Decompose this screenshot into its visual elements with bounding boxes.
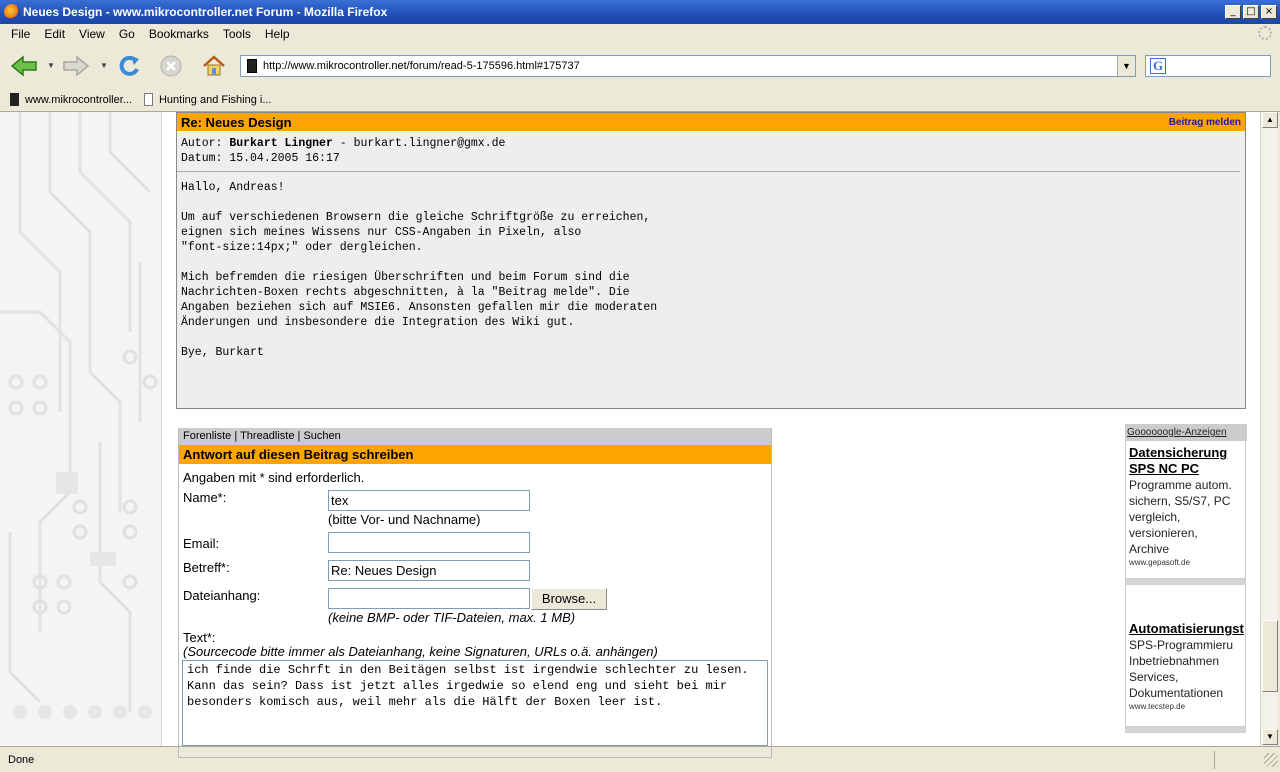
resize-grip-icon[interactable] (1264, 752, 1278, 767)
forward-arrow-icon[interactable] (62, 54, 90, 78)
status-text: Done (8, 753, 35, 766)
post-meta: Autor: Burkart Lingner - burkart.lingner… (177, 131, 1240, 172)
report-post-link[interactable]: Beitrag melden (1169, 117, 1241, 128)
browse-button[interactable]: Browse... (531, 588, 607, 610)
reload-icon[interactable] (115, 52, 143, 80)
post-subject: Re: Neues Design (181, 114, 292, 130)
reply-form-title: Antwort auf diesen Beitrag schreiben (179, 445, 771, 464)
required-note: Angaben mit * sind erforderlich. (183, 470, 365, 485)
name-input[interactable] (328, 490, 530, 511)
attachment-hint: (keine BMP- oder TIF-Dateien, max. 1 MB) (328, 610, 576, 625)
ads-header[interactable]: Goooooogle-Anzeigen (1125, 424, 1247, 441)
menu-bar: File Edit View Go Bookmarks Tools Help (0, 24, 1280, 44)
ad-title[interactable]: Datensicherung SPS NC PC (1129, 445, 1242, 477)
menu-file[interactable]: File (4, 27, 37, 41)
message-textarea[interactable]: ich finde die Schrft in den Beitägen sel… (182, 660, 768, 746)
forum-post: Re: Neues Design Beitrag melden Autor: B… (176, 112, 1246, 409)
breadcrumb-links[interactable]: Forenliste | Threadliste | Suchen (179, 428, 771, 445)
menu-help[interactable]: Help (258, 27, 297, 41)
firefox-window: Neues Design - www.mikrocontroller.net F… (0, 0, 1280, 772)
attachment-input[interactable] (328, 588, 530, 609)
bookmark-label: www.mikrocontroller... (25, 93, 132, 106)
close-button[interactable]: × (1261, 5, 1277, 19)
menu-bookmarks[interactable]: Bookmarks (142, 27, 216, 41)
vertical-scrollbar[interactable]: ▲ ▼ (1260, 112, 1278, 746)
title-bar: Neues Design - www.mikrocontroller.net F… (0, 0, 1280, 24)
back-dropdown-icon[interactable]: ▼ (47, 61, 55, 70)
back-arrow-icon[interactable] (10, 54, 38, 78)
email-label: Email: (183, 536, 220, 551)
maximize-button[interactable]: □ (1243, 5, 1259, 19)
window-title: Neues Design - www.mikrocontroller.net F… (23, 5, 388, 19)
window-controls: _ □ × (1225, 5, 1277, 19)
menu-go[interactable]: Go (112, 27, 142, 41)
url-dropdown-icon[interactable]: ▼ (1117, 56, 1135, 76)
ads-column: Goooooogle-Anzeigen Datensicherung SPS N… (1125, 424, 1247, 746)
ad-title[interactable]: Automatisierungst (1129, 621, 1244, 637)
scroll-down-arrow-icon[interactable]: ▼ (1262, 729, 1278, 745)
ad-item[interactable]: Automatisierungst SPS-Programmieru Inbet… (1125, 585, 1246, 727)
post-date-line: Datum: 15.04.2005 16:17 (181, 151, 1236, 166)
firefox-icon (4, 4, 20, 20)
stop-icon[interactable] (158, 53, 184, 79)
google-search-icon[interactable]: G (1150, 58, 1166, 74)
minimize-button[interactable]: _ (1225, 5, 1241, 19)
status-bar: Done (0, 746, 1280, 772)
page-icon (143, 93, 153, 106)
forward-dropdown-icon[interactable]: ▼ (100, 61, 108, 70)
date-label: Datum: (181, 152, 223, 165)
navigation-toolbar: ▼ ▼ ▼ G (0, 44, 1280, 88)
email-input[interactable] (328, 532, 530, 553)
name-label: Name*: (183, 490, 227, 505)
menu-tools[interactable]: Tools (216, 27, 258, 41)
throbber-icon (1258, 26, 1272, 40)
ad-separator (1125, 727, 1246, 733)
search-box[interactable]: G (1145, 55, 1271, 77)
menu-view[interactable]: View (72, 27, 112, 41)
bookmark-favicon-icon (10, 93, 19, 106)
ad-url[interactable]: www.tecstep.de (1129, 702, 1242, 711)
post-body: Hallo, Andreas! Um auf verschiedenen Bro… (181, 181, 658, 359)
author-name: Burkart Lingner (229, 137, 333, 150)
ad-text: SPS-Programmieru Inbetriebnahmen Service… (1129, 638, 1234, 700)
ad-item[interactable]: Datensicherung SPS NC PC Programme autom… (1125, 441, 1246, 579)
url-bar[interactable]: ▼ (240, 55, 1136, 77)
bookmarks-toolbar: www.mikrocontroller... Hunting and Fishi… (0, 88, 1280, 112)
status-pane (1214, 750, 1264, 769)
subject-input[interactable] (328, 560, 530, 581)
name-hint: (bitte Vor- und Nachname) (328, 512, 481, 527)
bookmark-mikrocontroller[interactable]: www.mikrocontroller... (10, 93, 132, 106)
scroll-thumb[interactable] (1262, 620, 1278, 692)
attachment-label: Dateianhang: (183, 588, 261, 603)
bookmark-label: Hunting and Fishing i... (158, 93, 272, 106)
date-value: 15.04.2005 16:17 (229, 152, 340, 165)
ad-text: Programme autom. sichern, S5/S7, PC verg… (1129, 478, 1232, 556)
ad-url[interactable]: www.gepasoft.de (1129, 558, 1242, 567)
author-label: Autor: (181, 137, 223, 150)
menu-edit[interactable]: Edit (37, 27, 72, 41)
url-input[interactable] (263, 60, 1123, 72)
circuit-background-decoration (0, 112, 162, 746)
site-favicon-icon (247, 59, 257, 73)
bookmark-hunting-fishing[interactable]: Hunting and Fishing i... (143, 93, 272, 106)
post-author-line: Autor: Burkart Lingner - burkart.lingner… (181, 136, 1236, 151)
text-label: Text*: (183, 630, 216, 645)
scroll-up-arrow-icon[interactable]: ▲ (1262, 112, 1278, 128)
author-email[interactable]: - burkart.lingner@gmx.de (340, 137, 506, 150)
text-hint: (Sourcecode bitte immer als Dateianhang,… (183, 644, 658, 659)
home-icon[interactable] (200, 52, 228, 80)
post-header: Re: Neues Design Beitrag melden (177, 113, 1245, 131)
subject-label: Betreff*: (183, 560, 230, 575)
